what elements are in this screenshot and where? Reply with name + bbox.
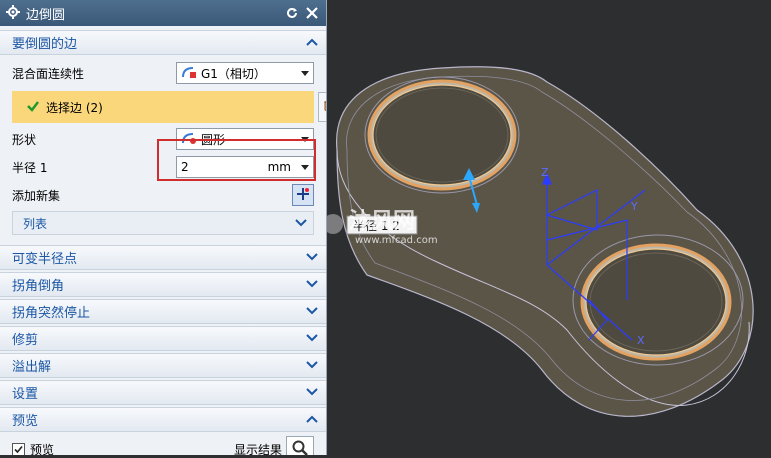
dialog-title: 边倒圆: [26, 7, 66, 23]
radius-highlight-box: [157, 139, 316, 181]
checkmark-icon: [26, 99, 40, 116]
chevron-down-icon: [295, 216, 307, 230]
gear-icon[interactable]: [6, 4, 20, 22]
chevron-down-icon: [306, 277, 318, 292]
radius-label: 半径 1: [12, 160, 48, 175]
edge-blend-dialog: 边倒圆 要倒圆的边 混合面连续性 G1（相切） 选择边 (2) 形状 圆形 半径…: [0, 0, 327, 455]
chevron-down-icon: [306, 304, 318, 319]
tangent-icon: [181, 65, 197, 82]
blend-continuity-label: 混合面连续性: [12, 66, 85, 81]
show-result-button[interactable]: [286, 436, 314, 455]
axis-x-label: X: [637, 334, 645, 347]
section-stop-short[interactable]: 拐角突然停止: [0, 299, 326, 324]
add-new-set-button[interactable]: [292, 184, 314, 206]
reset-icon[interactable]: [284, 5, 300, 21]
add-set-icon: [296, 187, 310, 204]
chevron-down-icon: [301, 70, 309, 76]
chevron-up-icon: [306, 412, 318, 427]
add-new-set-label: 添加新集: [12, 188, 61, 203]
chevron-down-icon: [306, 385, 318, 400]
graphics-viewport[interactable]: Z Y X 半径 1 2 沐风网 www.mfcad.com: [323, 0, 771, 455]
axis-y-label: Y: [630, 200, 638, 213]
chevron-up-icon: [306, 35, 318, 50]
shape-label: 形状: [12, 132, 37, 147]
select-edge-row[interactable]: 选择边 (2): [12, 91, 326, 123]
magnifier-icon: [291, 439, 309, 455]
cube-select-button[interactable]: [318, 92, 326, 122]
axis-z-label: Z: [541, 166, 549, 179]
show-result-label: 显示结果: [233, 442, 282, 456]
list-toggle[interactable]: 列表: [12, 211, 314, 235]
preview-checkbox[interactable]: [12, 442, 25, 455]
section-settings[interactable]: 设置: [0, 380, 326, 405]
chevron-down-icon: [306, 358, 318, 373]
dialog-titlebar: 边倒圆: [0, 0, 326, 26]
watermark-sub: www.mfcad.com: [355, 235, 438, 246]
section-trim[interactable]: 修剪: [0, 326, 326, 351]
blend-continuity-row: 混合面连续性 G1（相切）: [0, 59, 326, 87]
preview-row: 预览 显示结果: [0, 432, 326, 455]
watermark-main: 沐风网: [349, 209, 415, 234]
blend-continuity-dropdown[interactable]: G1（相切）: [176, 62, 314, 84]
preview-checkbox-label: 预览: [30, 442, 55, 456]
add-new-set-row: 添加新集: [0, 181, 326, 209]
close-icon[interactable]: [304, 5, 320, 21]
section-overflow[interactable]: 溢出解: [0, 353, 326, 378]
section-preview[interactable]: 预览: [0, 407, 326, 432]
model-canvas[interactable]: Z Y X 半径 1 2 沐风网 www.mfcad.com: [323, 0, 771, 455]
chevron-down-icon: [306, 250, 318, 265]
select-edge-label: 选择边 (2): [46, 100, 103, 115]
section-edges-to-blend[interactable]: 要倒圆的边: [0, 30, 326, 55]
chevron-down-icon: [306, 331, 318, 346]
section-variable-radius[interactable]: 可变半径点: [0, 245, 326, 270]
section-corner-setback[interactable]: 拐角倒角: [0, 272, 326, 297]
